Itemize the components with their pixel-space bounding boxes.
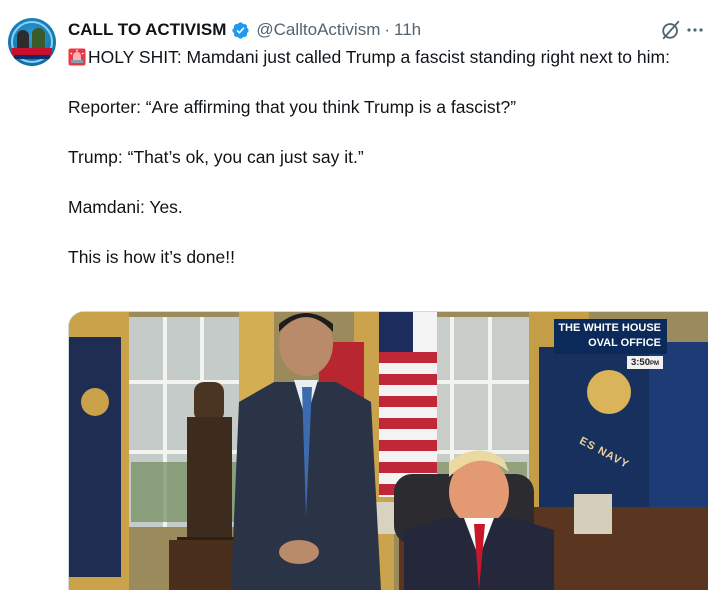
- verified-badge-icon: [232, 21, 249, 39]
- tweet-line-2: Reporter: “Are affirming that you think …: [68, 97, 517, 117]
- tweet-header: CALL TO ACTIVISM @CalltoActivism · 11h: [68, 18, 421, 42]
- tweet-line-5: This is how it’s done!!: [68, 247, 235, 267]
- tweet-timestamp[interactable]: 11h: [394, 20, 421, 40]
- avatar-banner-sub: [14, 55, 50, 59]
- avatar[interactable]: [8, 18, 56, 66]
- header-separator: ·: [384, 20, 391, 39]
- tweet-text: HOLY SHIT: Mamdani just called Trump a f…: [68, 45, 698, 270]
- clock-suffix: PM: [650, 361, 659, 367]
- chyron-clock: 3:50PM: [627, 356, 663, 369]
- slashed-circle-icon[interactable]: [660, 19, 682, 41]
- clock-time: 3:50: [630, 357, 650, 368]
- tweet-media-image[interactable]: THE WHITE HOUSE OVAL OFFICE 3:50PM ES NA…: [68, 311, 708, 590]
- tweet-line-headline: HOLY SHIT: Mamdani just called Trump a f…: [68, 45, 698, 70]
- chyron-location: THE WHITE HOUSE OVAL OFFICE: [554, 319, 667, 354]
- chyron-line-2: OVAL OFFICE: [588, 337, 661, 349]
- author-name[interactable]: CALL TO ACTIVISM: [68, 20, 226, 40]
- chyron-line-1: THE WHITE HOUSE: [558, 322, 661, 334]
- more-dots-icon[interactable]: [686, 22, 704, 38]
- tweet-line-3: Trump: “That’s ok, you can just say it.”: [68, 147, 364, 167]
- tweet-line-4: Mamdani: Yes.: [68, 197, 183, 217]
- rotating-light-emoji-icon: [68, 48, 86, 66]
- tweet-line-1: HOLY SHIT: Mamdani just called Trump a f…: [88, 47, 670, 67]
- avatar-banner: [12, 48, 52, 55]
- author-handle[interactable]: @CalltoActivism: [256, 20, 380, 40]
